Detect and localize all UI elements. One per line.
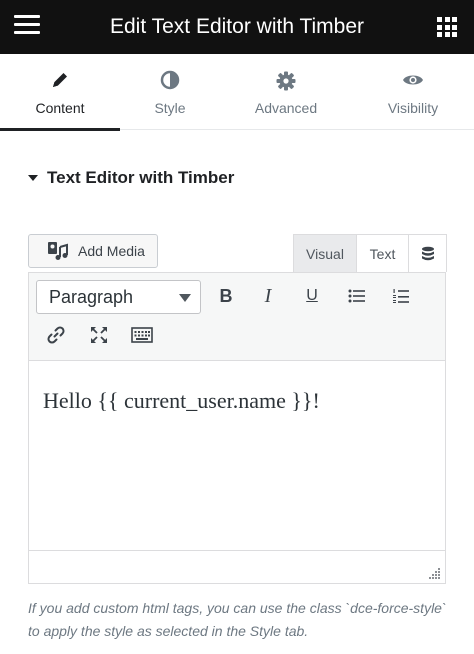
italic-button[interactable]: I: [253, 281, 283, 311]
editor-toolbar: Paragraph B I U: [29, 273, 445, 361]
media-icon: [48, 242, 68, 260]
eye-icon: [363, 70, 463, 92]
tab-label: Content: [35, 100, 85, 116]
link-icon: [47, 326, 65, 344]
expand-icon: [91, 327, 107, 343]
tab-label: Visibility: [387, 100, 439, 116]
bullet-list-button[interactable]: [342, 281, 372, 311]
tab-visibility[interactable]: Visibility: [363, 54, 463, 130]
bold-button[interactable]: B: [211, 281, 241, 311]
section-title: Text Editor with Timber: [47, 168, 235, 187]
panel-title: Edit Text Editor with Timber: [109, 15, 365, 38]
gear-icon: [236, 70, 336, 92]
active-tab-indicator: [0, 128, 120, 131]
wysiwyg-editor: Paragraph B I U Hello {{current_user.na…: [28, 272, 446, 584]
resize-handle-icon[interactable]: [429, 567, 441, 579]
keyboard-icon: [131, 327, 153, 343]
tab-label: Advanced: [254, 100, 318, 116]
grid-icon[interactable]: [437, 17, 457, 37]
numbered-list-button[interactable]: [386, 281, 416, 311]
hamburger-icon[interactable]: [14, 15, 40, 37]
chevron-down-icon: [179, 294, 191, 302]
bullet-list-icon: [348, 289, 365, 303]
add-media-button[interactable]: Add Media: [28, 234, 158, 268]
format-select-value: Paragraph: [49, 287, 134, 307]
underline-button[interactable]: U: [297, 281, 327, 311]
format-select[interactable]: Paragraph: [36, 280, 201, 314]
tab-advanced[interactable]: Advanced: [236, 54, 336, 130]
editor-statusbar: [29, 550, 445, 583]
numbered-list-icon: [393, 288, 409, 303]
toolbar-toggle-button[interactable]: [127, 320, 157, 350]
caret-down-icon: [28, 175, 38, 181]
tab-content[interactable]: Content: [0, 54, 120, 131]
fullscreen-button[interactable]: [84, 320, 114, 350]
tab-style[interactable]: Style: [120, 54, 220, 130]
panel-tabs: Content Style Advanced Visibility: [0, 54, 474, 131]
editor-content-text[interactable]: Hello {{ current_user.name }}!: [43, 388, 320, 414]
visual-tab[interactable]: Visual: [293, 234, 357, 272]
database-icon: [421, 246, 434, 260]
add-media-label: Add Media: [78, 243, 145, 259]
half-circle-icon: [120, 70, 220, 92]
insert-link-button[interactable]: [41, 320, 71, 350]
section-toggle[interactable]: Text Editor with Timber: [28, 168, 234, 188]
dynamic-tags-button[interactable]: [409, 234, 447, 272]
tab-label: Style: [154, 100, 186, 116]
text-tab[interactable]: Text: [357, 234, 409, 272]
editor-mode-tabs: Visual Text: [293, 234, 447, 272]
help-description: If you add custom html tags, you can use…: [28, 600, 447, 639]
pencil-icon: [0, 70, 120, 92]
editor-content-area[interactable]: Hello {{ current_user.name }}!: [29, 362, 445, 550]
panel-header: Edit Text Editor with Timber: [0, 0, 474, 54]
